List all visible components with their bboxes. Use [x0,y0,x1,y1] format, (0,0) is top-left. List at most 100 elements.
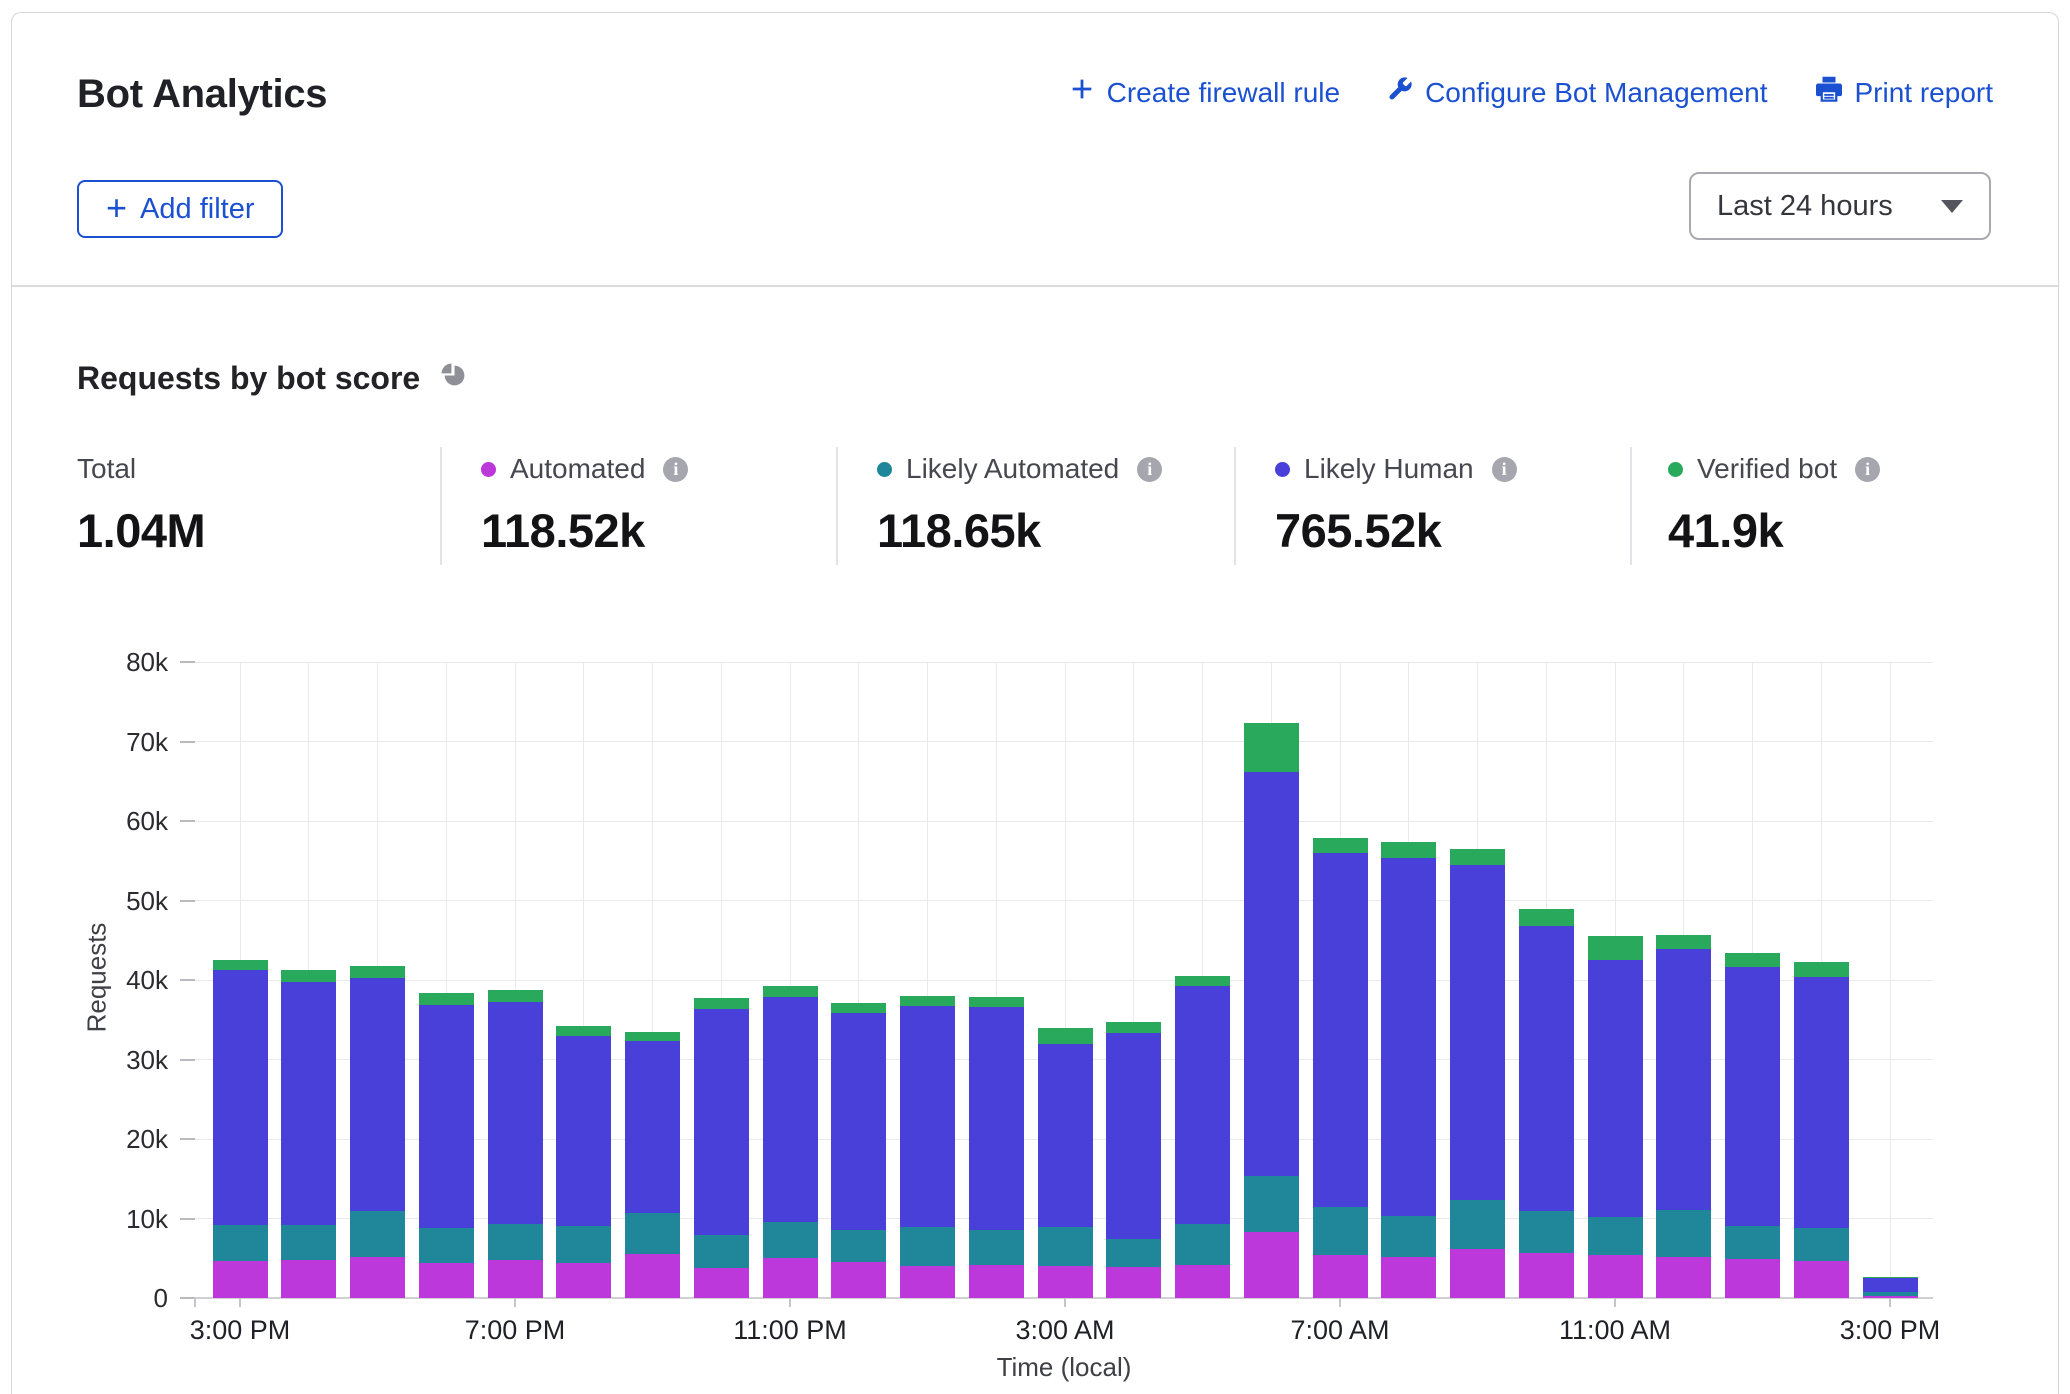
bar-segment-likely-automated[interactable] [831,1230,886,1263]
bar-segment-verified-bot[interactable] [281,970,336,981]
bar-segment-automated[interactable] [556,1263,611,1298]
bar-segment-likely-human[interactable] [1725,967,1780,1226]
bar-segment-likely-automated[interactable] [488,1224,543,1260]
bar-segment-likely-human[interactable] [556,1036,611,1226]
bar-segment-likely-automated[interactable] [1519,1211,1574,1253]
bar-segment-verified-bot[interactable] [625,1032,680,1042]
bar-segment-automated[interactable] [1656,1257,1711,1298]
bar-segment-automated[interactable] [1450,1249,1505,1298]
bar-segment-automated[interactable] [1519,1253,1574,1298]
bar-segment-likely-automated[interactable] [694,1235,749,1268]
bar-segment-automated[interactable] [969,1265,1024,1298]
bar-segment-likely-automated[interactable] [625,1213,680,1254]
bar-segment-verified-bot[interactable] [1244,723,1299,771]
bar-segment-automated[interactable] [1381,1257,1436,1298]
bar-segment-verified-bot[interactable] [1519,909,1574,926]
bar-segment-likely-automated[interactable] [1244,1176,1299,1232]
bar-segment-verified-bot[interactable] [1175,976,1230,986]
bar-segment-likely-human[interactable] [900,1006,955,1227]
bar-segment-verified-bot[interactable] [900,996,955,1006]
bar-segment-automated[interactable] [1313,1255,1368,1298]
bar-segment-likely-human[interactable] [1519,926,1574,1211]
bar-segment-verified-bot[interactable] [488,990,543,1002]
bar-segment-verified-bot[interactable] [419,993,474,1006]
bar-segment-likely-automated[interactable] [1588,1217,1643,1255]
bar-segment-likely-automated[interactable] [1450,1200,1505,1248]
bar-segment-likely-human[interactable] [969,1007,1024,1230]
bar-segment-likely-automated[interactable] [1038,1227,1093,1266]
bar-segment-likely-human[interactable] [1175,986,1230,1224]
bar-segment-likely-human[interactable] [213,970,268,1224]
bar-segment-likely-automated[interactable] [419,1228,474,1263]
bar-segment-automated[interactable] [763,1258,818,1298]
bar-segment-likely-human[interactable] [1244,772,1299,1177]
bar-segment-likely-human[interactable] [694,1009,749,1236]
bar-segment-likely-automated[interactable] [1656,1210,1711,1257]
bar-segment-automated[interactable] [1725,1259,1780,1298]
bar-segment-verified-bot[interactable] [1106,1022,1161,1033]
bar-segment-automated[interactable] [1175,1265,1230,1298]
bar-segment-likely-human[interactable] [350,978,405,1210]
bar-segment-automated[interactable] [694,1268,749,1298]
bar-segment-likely-automated[interactable] [763,1222,818,1258]
bar-segment-likely-human[interactable] [1794,977,1849,1228]
bar-segment-verified-bot[interactable] [213,960,268,970]
bar-segment-likely-human[interactable] [1656,949,1711,1210]
bar-segment-verified-bot[interactable] [1381,842,1436,858]
bar-segment-likely-automated[interactable] [1381,1216,1436,1257]
bar-segment-likely-human[interactable] [831,1013,886,1230]
bar-segment-likely-human[interactable] [1450,865,1505,1200]
bar-segment-automated[interactable] [1794,1261,1849,1298]
bar-segment-verified-bot[interactable] [1313,838,1368,853]
bar-segment-verified-bot[interactable] [969,997,1024,1007]
bar-segment-verified-bot[interactable] [1725,953,1780,967]
bar-segment-likely-human[interactable] [763,997,818,1223]
bar-segment-automated[interactable] [213,1261,268,1298]
bar-segment-likely-automated[interactable] [969,1230,1024,1265]
bar-segment-likely-automated[interactable] [350,1211,405,1258]
bar-segment-likely-human[interactable] [1381,858,1436,1217]
bar-segment-automated[interactable] [831,1262,886,1298]
bar-segment-automated[interactable] [1106,1267,1161,1298]
bar-segment-automated[interactable] [1244,1232,1299,1298]
bar-segment-likely-human[interactable] [1106,1033,1161,1239]
bar-segment-automated[interactable] [1038,1266,1093,1298]
bar-segment-verified-bot[interactable] [1863,1277,1918,1278]
bar-segment-verified-bot[interactable] [763,986,818,996]
bar-segment-likely-automated[interactable] [1313,1207,1368,1255]
bar-segment-verified-bot[interactable] [831,1003,886,1013]
bar-segment-likely-human[interactable] [625,1041,680,1213]
bar-segment-verified-bot[interactable] [1038,1028,1093,1044]
bar-segment-likely-automated[interactable] [556,1226,611,1263]
bar-segment-likely-automated[interactable] [1863,1292,1918,1295]
bar-segment-likely-human[interactable] [281,982,336,1225]
bar-segment-likely-human[interactable] [488,1002,543,1224]
bar-segment-verified-bot[interactable] [1794,962,1849,977]
bar-segment-verified-bot[interactable] [556,1026,611,1036]
bar-segment-automated[interactable] [488,1260,543,1298]
bar-segment-likely-human[interactable] [1863,1278,1918,1292]
bar-segment-likely-automated[interactable] [1794,1228,1849,1261]
bar-segment-automated[interactable] [281,1260,336,1298]
x-tick-label: 11:00 PM [680,1315,900,1346]
bar-segment-likely-automated[interactable] [900,1227,955,1266]
bar-segment-likely-automated[interactable] [1106,1239,1161,1267]
bar-segment-verified-bot[interactable] [1656,935,1711,949]
bar-segment-automated[interactable] [350,1257,405,1298]
bar-segment-likely-human[interactable] [1588,960,1643,1217]
bar-segment-verified-bot[interactable] [1450,849,1505,865]
bar-segment-automated[interactable] [625,1254,680,1298]
bar-segment-verified-bot[interactable] [694,998,749,1008]
bar-segment-verified-bot[interactable] [350,966,405,979]
bar-segment-verified-bot[interactable] [1588,936,1643,960]
bar-segment-likely-automated[interactable] [1725,1226,1780,1259]
bar-segment-likely-human[interactable] [419,1005,474,1228]
bar-segment-automated[interactable] [419,1263,474,1298]
bar-segment-automated[interactable] [900,1266,955,1298]
bar-segment-likely-automated[interactable] [281,1225,336,1260]
bar-segment-likely-automated[interactable] [1175,1224,1230,1265]
bar-segment-automated[interactable] [1588,1255,1643,1298]
bar-segment-likely-human[interactable] [1313,853,1368,1208]
bar-segment-likely-automated[interactable] [213,1225,268,1261]
bar-segment-likely-human[interactable] [1038,1044,1093,1228]
